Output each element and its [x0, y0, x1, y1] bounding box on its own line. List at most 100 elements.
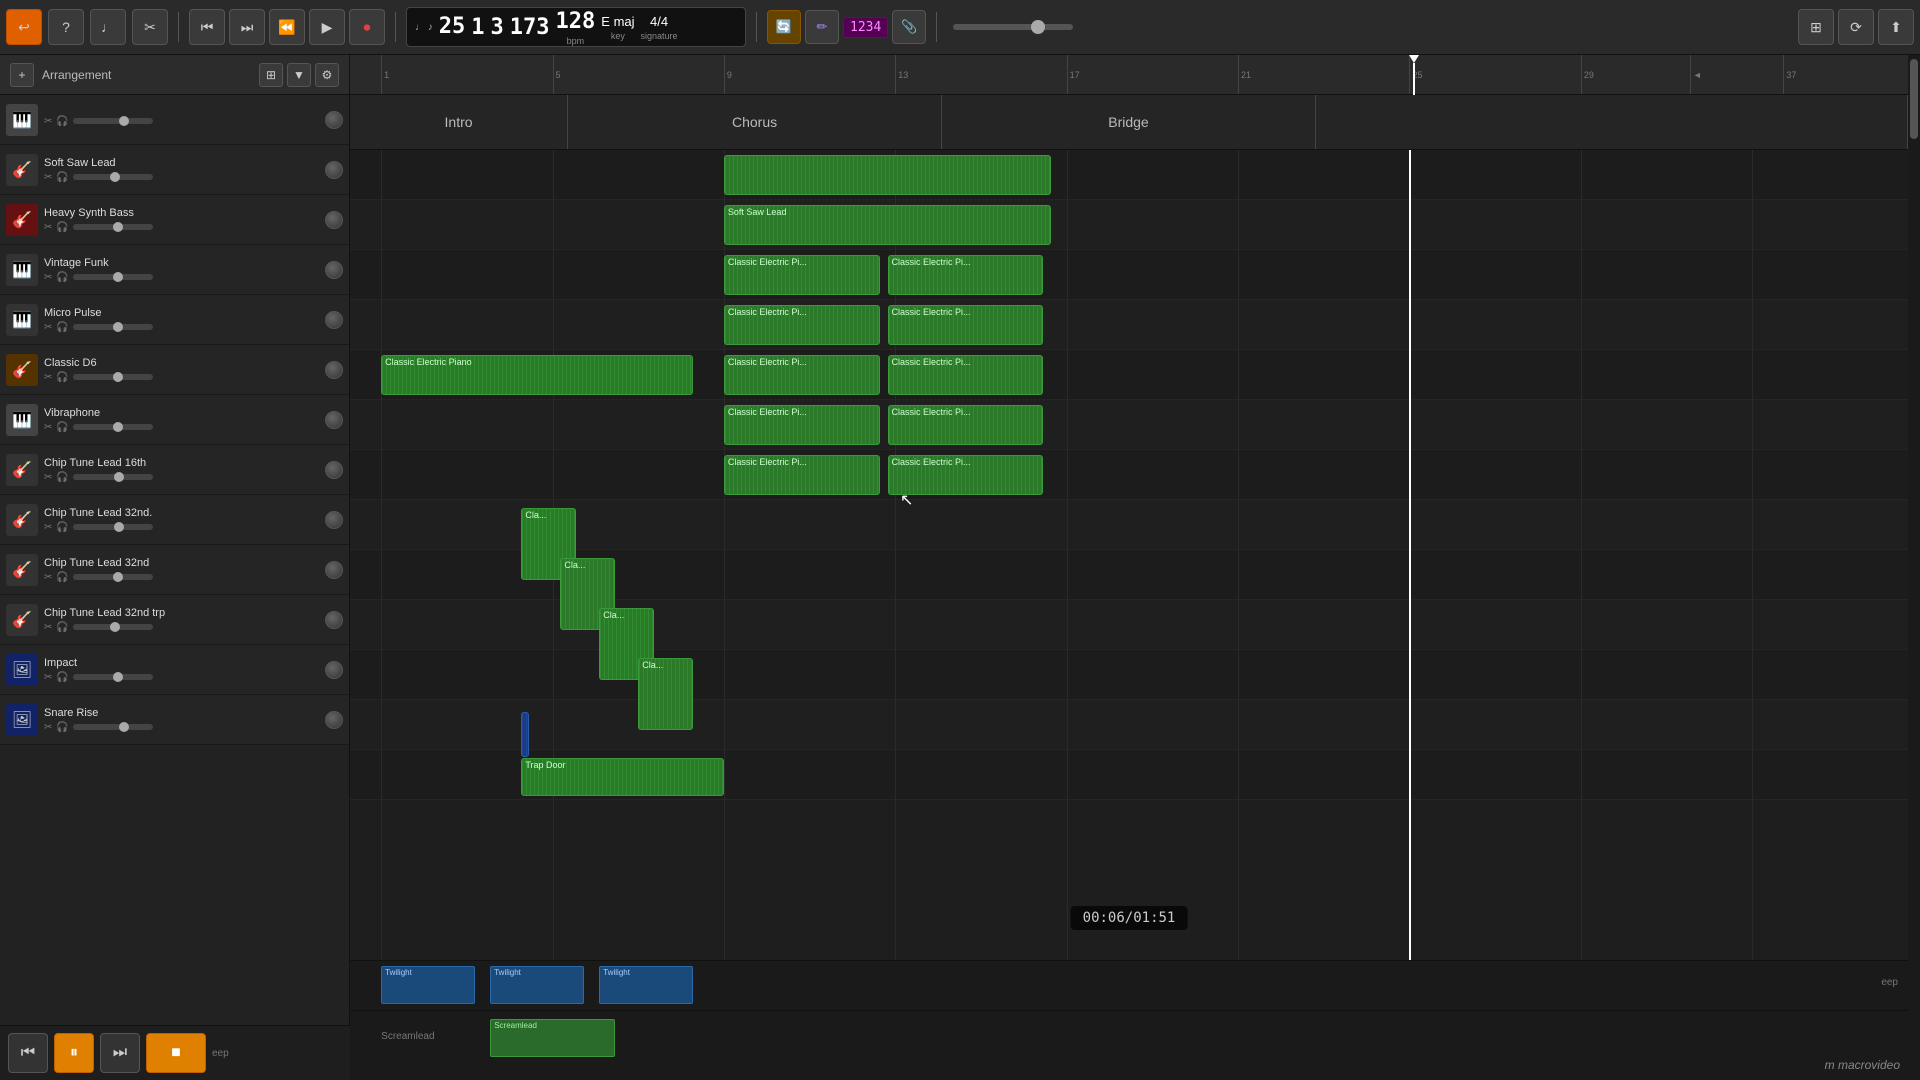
track-scissors-t5[interactable]: ✂ — [44, 322, 52, 333]
track-scissors-t12[interactable]: ✂ — [44, 672, 52, 683]
track-scissors-t10[interactable]: ✂ — [44, 572, 52, 583]
track-row-t6[interactable]: 🎸 Classic D6 ✂ 🎧 — [0, 345, 349, 395]
volume-track[interactable] — [953, 24, 1073, 30]
track-row-t3[interactable]: 🎸 Heavy Synth Bass ✂ 🎧 — [0, 195, 349, 245]
track-fader-t3[interactable] — [73, 224, 153, 230]
track-fader-t1[interactable] — [73, 118, 153, 124]
play-button[interactable]: ▶ — [309, 9, 345, 45]
export-button[interactable]: ⬆ — [1878, 9, 1914, 45]
clip-micropulse-intro[interactable]: Classic Electric Piano — [381, 355, 693, 395]
track-knob-t12[interactable] — [325, 661, 343, 679]
clip-micropulse-chorus1[interactable]: Classic Electric Pi... — [724, 355, 880, 395]
track-fader-thumb-t2[interactable] — [110, 172, 120, 182]
track-fader-thumb-t5[interactable] — [113, 322, 123, 332]
track-knob-t13[interactable] — [325, 711, 343, 729]
track-fader-t6[interactable] — [73, 374, 153, 380]
track-fader-t7[interactable] — [73, 424, 153, 430]
clip-trapdoor[interactable]: Trap Door — [521, 758, 724, 796]
track-fader-t8[interactable] — [73, 474, 153, 480]
clip-vibraphone-chorus2[interactable]: Classic Electric Pi... — [888, 455, 1044, 495]
track-knob-t11[interactable] — [325, 611, 343, 629]
rewind-button[interactable]: ⏮ — [189, 9, 225, 45]
track-knob-t2[interactable] — [325, 161, 343, 179]
track-row-t4[interactable]: 🎹 Vintage Funk ✂ 🎧 — [0, 245, 349, 295]
panel-settings-button[interactable]: ⚙ — [315, 63, 339, 87]
clip-impact-1[interactable] — [521, 712, 529, 757]
track-fader-thumb-t10[interactable] — [113, 572, 123, 582]
track-knob-t3[interactable] — [325, 211, 343, 229]
track-headphone-t9[interactable]: 🎧 — [56, 522, 68, 533]
track-scissors-t1[interactable]: ✂ — [44, 116, 52, 127]
clip-twilight-3[interactable]: Twilight — [599, 966, 692, 1004]
track-knob-t10[interactable] — [325, 561, 343, 579]
clip-classicd6-chorus1[interactable]: Classic Electric Pi... — [724, 405, 880, 445]
vertical-scrollbar[interactable] — [1908, 55, 1920, 1080]
track-fader-thumb-t1[interactable] — [119, 116, 129, 126]
track-headphone-t1[interactable]: 🎧 — [56, 116, 68, 127]
track-fader-thumb-t9[interactable] — [114, 522, 124, 532]
track-knob-t5[interactable] — [325, 311, 343, 329]
clip-chiptune32trp-1[interactable]: Cla... — [638, 658, 693, 730]
track-scissors-t8[interactable]: ✂ — [44, 472, 52, 483]
track-row-t1[interactable]: 🎹 ✂ 🎧 — [0, 95, 349, 145]
track-knob-t7[interactable] — [325, 411, 343, 429]
fast-forward-button[interactable]: ⏭ — [229, 9, 265, 45]
track-scissors-t6[interactable]: ✂ — [44, 372, 52, 383]
track-headphone-t8[interactable]: 🎧 — [56, 472, 68, 483]
track-fader-thumb-t8[interactable] — [114, 472, 124, 482]
undo-button[interactable]: ↩ — [6, 9, 42, 45]
clip-vibraphone-chorus1[interactable]: Classic Electric Pi... — [724, 455, 880, 495]
scrollbar-thumb[interactable] — [1910, 59, 1918, 139]
clip-softsaw-chorus[interactable]: Soft Saw Lead — [724, 205, 1051, 245]
history-button[interactable]: ⟳ — [1838, 9, 1874, 45]
clip-twilight-1[interactable]: Twilight — [381, 966, 474, 1004]
track-scissors-t11[interactable]: ✂ — [44, 622, 52, 633]
track-row-t10[interactable]: 🎸 Chip Tune Lead 32nd ✂ 🎧 — [0, 545, 349, 595]
track-headphone-t2[interactable]: 🎧 — [56, 172, 68, 183]
panel-view-button[interactable]: ⊞ — [259, 63, 283, 87]
track-row-t8[interactable]: 🎸 Chip Tune Lead 16th ✂ 🎧 — [0, 445, 349, 495]
track-scissors-t13[interactable]: ✂ — [44, 722, 52, 733]
clip-vintagefunk-chorus1[interactable]: Classic Electric Pi... — [724, 305, 880, 345]
help-button[interactable]: ? — [48, 9, 84, 45]
track-headphone-t6[interactable]: 🎧 — [56, 372, 68, 383]
track-fader-thumb-t4[interactable] — [113, 272, 123, 282]
track-scissors-t4[interactable]: ✂ — [44, 272, 52, 283]
track-headphone-t3[interactable]: 🎧 — [56, 222, 68, 233]
clip-vintagefunk-chorus2[interactable]: Classic Electric Pi... — [888, 305, 1044, 345]
track-fader-t12[interactable] — [73, 674, 153, 680]
pencil-button[interactable]: ✏ — [805, 10, 839, 44]
track-knob-t4[interactable] — [325, 261, 343, 279]
loop-button[interactable]: 🔄 — [767, 10, 801, 44]
bottom-prev-button[interactable]: ⏮ — [8, 1033, 48, 1073]
track-fader-t11[interactable] — [73, 624, 153, 630]
track-scissors-t3[interactable]: ✂ — [44, 222, 52, 233]
track-scissors-t9[interactable]: ✂ — [44, 522, 52, 533]
track-fader-t9[interactable] — [73, 524, 153, 530]
clip-row1-chorus[interactable] — [724, 155, 1051, 195]
track-headphone-t12[interactable]: 🎧 — [56, 672, 68, 683]
arrangement-content[interactable]: Soft Saw Lead Classic Electric Pi... Cla… — [350, 150, 1908, 960]
prev-button[interactable]: ⏪ — [269, 9, 305, 45]
track-row-t11[interactable]: 🎸 Chip Tune Lead 32nd trp ✂ 🎧 — [0, 595, 349, 645]
track-fader-t5[interactable] — [73, 324, 153, 330]
track-fader-t4[interactable] — [73, 274, 153, 280]
track-fader-t13[interactable] — [73, 724, 153, 730]
track-knob-t9[interactable] — [325, 511, 343, 529]
clip-screamlead[interactable]: Screamlead — [490, 1019, 615, 1057]
track-row-t7[interactable]: 🎹 Vibraphone ✂ 🎧 — [0, 395, 349, 445]
track-fader-thumb-t11[interactable] — [110, 622, 120, 632]
bottom-color-button[interactable]: ■ — [146, 1033, 206, 1073]
track-headphone-t13[interactable]: 🎧 — [56, 722, 68, 733]
track-fader-thumb-t7[interactable] — [113, 422, 123, 432]
track-headphone-t10[interactable]: 🎧 — [56, 572, 68, 583]
clip-heavybass-chorus2[interactable]: Classic Electric Pi... — [888, 255, 1044, 295]
track-knob-t1[interactable] — [325, 111, 343, 129]
metronome-button[interactable]: ♩ — [90, 9, 126, 45]
track-headphone-t11[interactable]: 🎧 — [56, 622, 68, 633]
plugin-button[interactable]: 📎 — [892, 10, 926, 44]
bottom-pause-button[interactable]: ⏸ — [54, 1033, 94, 1073]
track-row-t12[interactable]: 🖼 Impact ✂ 🎧 — [0, 645, 349, 695]
bottom-next-button[interactable]: ⏭ — [100, 1033, 140, 1073]
track-fader-t2[interactable] — [73, 174, 153, 180]
